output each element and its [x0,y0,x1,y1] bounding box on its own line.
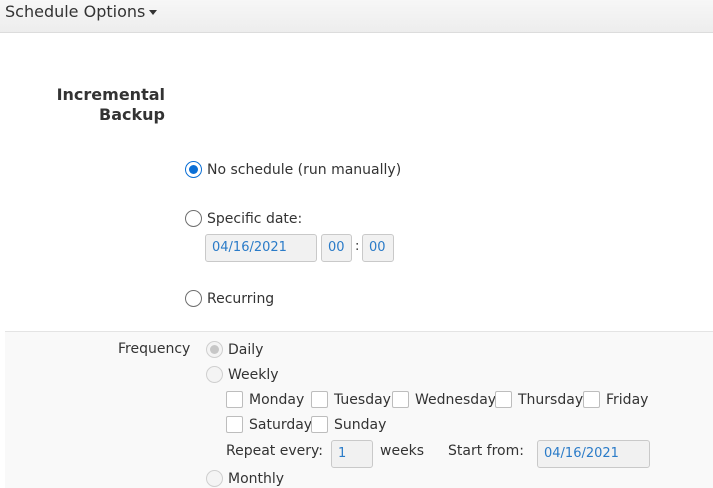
sunday-checkbox[interactable] [311,416,328,433]
section-title-line2: Backup [99,105,165,124]
friday-label: Friday [606,391,649,408]
specific-date-input[interactable]: 04/16/2021 [205,234,317,262]
weekly-label: Weekly [228,366,279,383]
tuesday-checkbox[interactable] [311,391,328,408]
daily-option[interactable]: Daily [206,341,263,358]
daily-label: Daily [228,341,264,358]
wednesday-checkbox[interactable] [392,391,409,408]
minute-input[interactable]: 00 [362,234,394,262]
wednesday-checkbox-option[interactable]: Wednesday [392,391,496,408]
recurring-label: Recurring [207,290,275,307]
saturday-checkbox[interactable] [226,416,243,433]
specific-date-radio[interactable] [185,210,202,227]
monthly-radio[interactable] [206,470,223,487]
weekly-option[interactable]: Weekly [206,366,279,383]
recurring-option[interactable]: Recurring [185,290,274,307]
weekly-radio[interactable] [206,366,223,383]
schedule-options-label: Schedule Options [5,2,146,21]
time-separator: : [355,239,360,254]
thursday-checkbox[interactable] [495,391,512,408]
specific-date-label: Specific date: [207,210,303,227]
friday-checkbox-option[interactable]: Friday [583,391,648,408]
specific-date-option[interactable]: Specific date: [185,210,302,227]
wednesday-label: Wednesday [415,391,497,408]
friday-checkbox[interactable] [583,391,600,408]
section-title-line1: Incremental [56,85,165,104]
monday-checkbox[interactable] [226,391,243,408]
thursday-checkbox-option[interactable]: Thursday [495,391,583,408]
start-date-input[interactable]: 04/16/2021 [537,440,650,468]
schedule-options-menu[interactable]: Schedule Options [5,2,158,21]
tuesday-label: Tuesday [334,391,391,408]
monday-checkbox-option[interactable]: Monday [226,391,304,408]
weeks-label: weeks [380,443,425,459]
sunday-label: Sunday [334,416,387,433]
no-schedule-label: No schedule (run manually) [207,161,402,178]
repeat-every-label: Repeat every: [226,443,323,459]
recurring-radio[interactable] [185,290,202,307]
monday-label: Monday [249,391,305,408]
monthly-option[interactable]: Monthly [206,470,284,487]
hour-input[interactable]: 00 [321,234,352,262]
monthly-label: Monthly [228,470,285,487]
no-schedule-radio[interactable] [185,161,202,178]
saturday-checkbox-option[interactable]: Saturday [226,416,312,433]
repeat-weeks-input[interactable]: 1 [331,440,373,468]
toolbar: Schedule Options [0,0,713,33]
no-schedule-option[interactable]: No schedule (run manually) [185,161,401,178]
saturday-label: Saturday [249,416,313,433]
tuesday-checkbox-option[interactable]: Tuesday [311,391,391,408]
thursday-label: Thursday [518,391,584,408]
caret-down-icon [149,10,158,15]
frequency-label: Frequency [118,341,191,357]
section-title: Incremental Backup [57,85,165,125]
daily-radio[interactable] [206,341,223,358]
sunday-checkbox-option[interactable]: Sunday [311,416,386,433]
start-from-label: Start from: [448,443,524,459]
